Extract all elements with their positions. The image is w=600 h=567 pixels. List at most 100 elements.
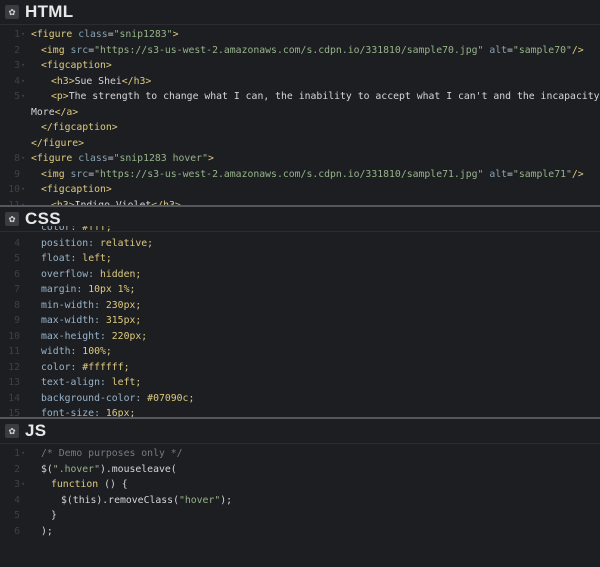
code-token: </figure> — [31, 137, 85, 149]
code-text: background-color: #07090c; — [41, 391, 194, 407]
code-token: > — [172, 29, 179, 40]
code-line[interactable]: 5 ▾ <p>The strength to change what I can, … — [0, 89, 600, 105]
code-token: /* Demo purposes only */ — [41, 448, 183, 459]
line-number: 4 — [14, 75, 20, 87]
code-token: More — [31, 106, 55, 118]
gear-icon[interactable]: ✿ — [5, 424, 19, 438]
code-token: "hover" — [178, 494, 221, 506]
code-line[interactable]: 3 ▾ function () { — [0, 477, 600, 493]
code-line[interactable]: 2 <img src="https://s3-us-west-2.amazonaw… — [0, 43, 600, 59]
js-editor-panel: ✿ JS 1 ▾/* Demo purposes only */2 $(".hove… — [0, 419, 600, 567]
fold-arrow-icon[interactable]: ▾ — [21, 446, 25, 462]
code-text: color: #fff; — [41, 226, 112, 236]
code-line[interactable]: 4 position: relative; — [0, 236, 600, 252]
code-token: color: — [41, 226, 83, 233]
code-line[interactable]: 5} — [0, 508, 600, 524]
fold-arrow-icon[interactable]: ▾ — [21, 89, 25, 105]
code-text: <img src="https://s3-us-west-2.amazonaws… — [41, 167, 584, 183]
code-token: </figcaption> — [41, 122, 118, 133]
line-number: 11 — [8, 346, 20, 357]
code-token: <img — [41, 168, 71, 180]
code-line[interactable]: 10 ▾ <figcaption> — [0, 182, 600, 198]
code-text: /* Demo purposes only */ — [41, 446, 183, 462]
code-line[interactable]: 1 ▾ <figure class="snip1283"> — [0, 27, 600, 43]
line-number: 12 — [8, 361, 20, 373]
code-text: <img src="https://s3-us-west-2.amazonaws… — [41, 43, 584, 59]
code-line[interactable]: 6 overflow: hidden; — [0, 267, 600, 283]
code-token: "https://s3-us-west-2.amazonaws.com/s.cd… — [94, 44, 484, 56]
code-line[interactable]: 13 text-align: left; — [0, 375, 600, 391]
code-text: function () { — [51, 477, 128, 493]
code-line[interactable]: 4 $(this).removeClass("hover"); — [0, 493, 600, 509]
code-token: ); — [41, 525, 53, 537]
code-text: </figcaption> — [41, 120, 118, 136]
code-line[interactable]: 12 color: #ffffff; — [0, 360, 600, 376]
code-line[interactable]: 10 max-height: 220px; — [0, 329, 600, 345]
line-number: 4 — [14, 237, 20, 249]
fold-arrow-icon[interactable]: ▾ — [21, 151, 25, 167]
js-code-area[interactable]: 1 ▾/* Demo purposes only */2 $(".hover").m… — [0, 446, 600, 567]
code-token: #ffffff; — [82, 361, 130, 373]
code-line[interactable]: 7 margin: 10px 1%; — [0, 282, 600, 298]
code-line[interactable]: 1 ▾ /* Demo purposes only */ — [0, 446, 600, 462]
fold-arrow-icon[interactable]: ▾ — [21, 58, 25, 74]
code-line[interactable]: 14 background-color: #07090c; — [0, 391, 600, 407]
code-token: $( — [41, 463, 53, 475]
code-text: ); — [41, 524, 53, 540]
code-token: "sample71" — [512, 168, 572, 180]
code-line[interactable]: 2 $(".hover").mouseleave( — [0, 462, 600, 478]
code-token: relative; — [99, 237, 154, 249]
code-text: float: left; — [41, 251, 112, 267]
gear-icon[interactable]: ✿ — [5, 5, 19, 19]
code-line[interactable]: 8 min-width: 230px; — [0, 298, 600, 314]
code-line[interactable]: 11 width: 100%; — [0, 344, 600, 360]
code-line[interactable]: color: #fff; — [0, 226, 600, 236]
code-token: $(this).removeClass( — [61, 494, 179, 506]
code-text: color: #ffffff; — [41, 360, 129, 376]
code-line[interactable]: 6); — [0, 524, 600, 540]
code-token: 315px; — [105, 315, 142, 326]
gear-icon[interactable]: ✿ — [5, 212, 19, 226]
code-line[interactable]: 8 ▾ <figure class="snip1283 hover"> — [0, 151, 600, 167]
code-token: src — [70, 168, 89, 180]
code-line[interactable]: 5 float: left; — [0, 251, 600, 267]
line-number: 14 — [8, 392, 20, 404]
code-token: 230px; — [105, 299, 142, 311]
code-token: 220px; — [111, 330, 148, 342]
code-text: margin: 10px 1%; — [41, 282, 135, 298]
code-line[interactable]: 9 <img src="https://s3-us-west-2.amazonaw… — [0, 167, 600, 183]
js-panel-title: JS — [25, 421, 47, 440]
fold-arrow-icon[interactable]: ▾ — [21, 27, 25, 43]
code-token: alt — [489, 44, 508, 56]
code-line[interactable]: 4 ▾ <h3>Sue Shei</h3> — [0, 74, 600, 90]
code-text: <p>The strength to change what I can, th… — [51, 89, 600, 105]
code-token: alt — [489, 168, 508, 180]
code-token: <p> — [51, 91, 69, 102]
code-text: </figure> — [31, 136, 84, 152]
html-panel-header: ✿ HTML — [0, 0, 600, 25]
line-number: 1 — [14, 29, 20, 40]
code-token: <figure — [31, 153, 79, 164]
code-token: </h3> — [121, 75, 152, 87]
code-text: width: 100%; — [41, 344, 112, 360]
code-token: left; — [111, 377, 142, 388]
css-editor-panel: ✿ CSS color: #fff; 4 position: relative; 5 f… — [0, 207, 600, 418]
html-code-area[interactable]: 1 ▾ <figure class="snip1283"> 2 <img src="ht… — [0, 27, 600, 206]
code-line[interactable]: 9 max-width: 315px; — [0, 313, 600, 329]
code-line[interactable]: </figure> — [0, 136, 600, 152]
code-line[interactable]: 3 ▾ <figcaption> — [0, 58, 600, 74]
line-number: 4 — [14, 494, 20, 506]
line-number: 8 — [14, 153, 20, 164]
css-code-area[interactable]: color: #fff; 4 position: relative; 5 float: … — [0, 226, 600, 418]
fold-arrow-icon[interactable]: ▾ — [21, 74, 25, 90]
fold-arrow-icon[interactable]: ▾ — [21, 477, 25, 493]
code-token: () { — [98, 479, 128, 490]
fold-arrow-icon[interactable]: ▾ — [21, 182, 25, 198]
code-line[interactable]: More</a> — [0, 105, 600, 121]
code-text: } — [51, 508, 57, 524]
code-token: "snip1283" — [113, 29, 173, 40]
code-token: } — [51, 510, 57, 521]
code-line[interactable]: </figcaption> — [0, 120, 600, 136]
code-token: position: — [41, 237, 100, 249]
line-number: 9 — [14, 168, 20, 180]
